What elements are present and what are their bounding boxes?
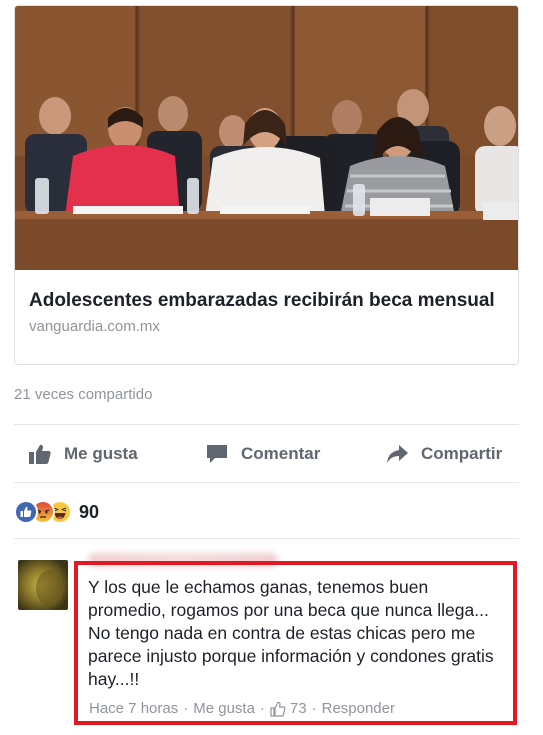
reaction-count[interactable]: 90: [79, 502, 99, 523]
comment-icon: [205, 443, 229, 465]
article-domain: vanguardia.com.mx: [29, 318, 160, 335]
comment-like-count[interactable]: 73: [290, 700, 307, 717]
divider: [14, 424, 519, 425]
share-arrow-icon: [385, 443, 409, 465]
like-button-label: Me gusta: [64, 444, 138, 463]
avatar[interactable]: [18, 560, 68, 610]
link-preview-card[interactable]: Adolescentes embarazadas recibirán beca …: [14, 5, 519, 365]
like-reaction-icon: [14, 500, 38, 524]
comment: Y los que le echamos ganas, tenemos buen…: [0, 545, 543, 735]
thumbs-up-outline-icon: [270, 701, 286, 717]
comment-meta: Hace 7 horas · Me gusta · 73 · Responder: [89, 700, 395, 717]
article-title[interactable]: Adolescentes embarazadas recibirán beca …: [29, 288, 506, 314]
comment-reply-link[interactable]: Responder: [322, 700, 395, 717]
comment-like-link[interactable]: Me gusta: [193, 700, 255, 717]
article-photo[interactable]: [15, 6, 518, 270]
share-count[interactable]: 21 veces compartido: [14, 386, 152, 403]
divider: [14, 482, 519, 483]
article-photo-illustration: [15, 6, 518, 270]
comment-timestamp[interactable]: Hace 7 horas: [89, 700, 178, 717]
share-button[interactable]: Compartir: [385, 436, 502, 472]
link-preview-body[interactable]: Adolescentes embarazadas recibirán beca …: [15, 270, 518, 364]
divider: [14, 538, 519, 539]
action-bar: Me gusta Comentar Compartir: [0, 436, 543, 472]
like-button[interactable]: Me gusta: [28, 436, 138, 472]
separator: ·: [311, 700, 317, 717]
thumbs-up-icon: [28, 443, 52, 465]
comment-button[interactable]: Comentar: [205, 436, 320, 472]
reactions-summary[interactable]: 90: [14, 498, 99, 526]
share-button-label: Compartir: [421, 444, 503, 463]
separator: ·: [259, 700, 265, 717]
comment-button-label: Comentar: [241, 444, 321, 463]
separator: ·: [183, 700, 189, 717]
comment-text: Y los que le echamos ganas, tenemos buen…: [88, 577, 494, 689]
